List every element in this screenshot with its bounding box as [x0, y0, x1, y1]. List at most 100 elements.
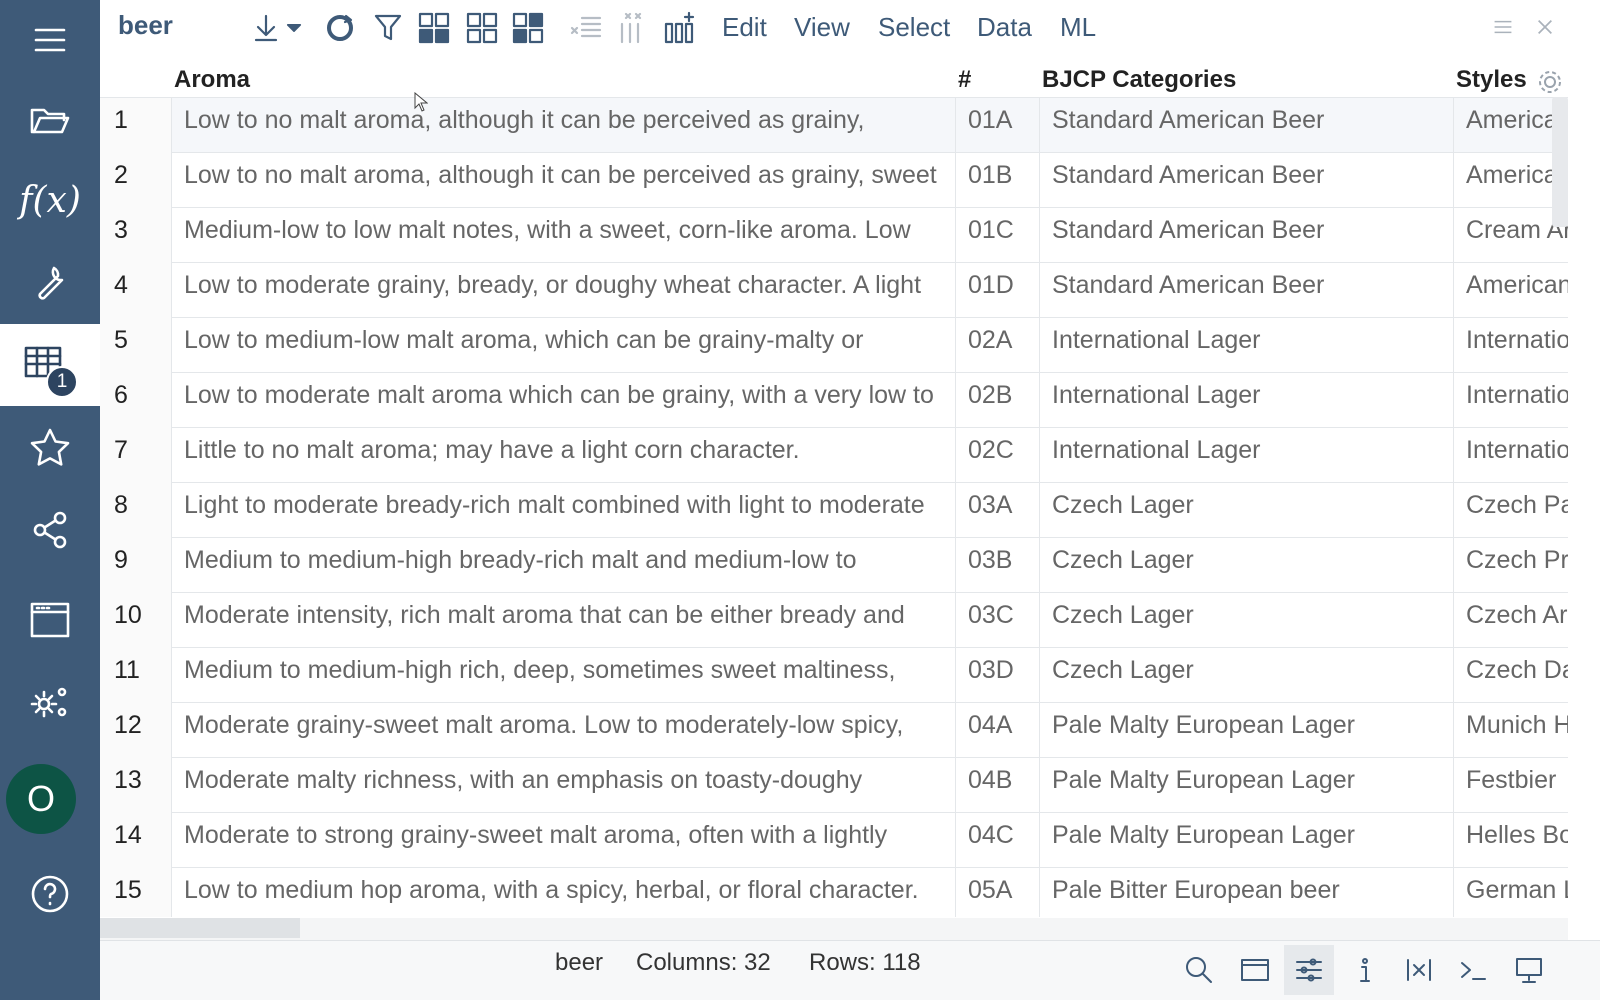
- cell-aroma[interactable]: Moderate to strong grainy-sweet malt aro…: [172, 813, 956, 868]
- cell-bjcp-category[interactable]: Czech Lager: [1040, 538, 1454, 593]
- column-header-bjcp-categories[interactable]: BJCP Categories: [1042, 66, 1236, 94]
- cell-aroma[interactable]: Moderate grainy-sweet malt aroma. Low to…: [172, 703, 956, 758]
- cell-style[interactable]: Internatio: [1454, 318, 1568, 373]
- cell-aroma[interactable]: Light to moderate bready-rich malt combi…: [172, 483, 956, 538]
- cell-aroma[interactable]: Medium-low to low malt notes, with a swe…: [172, 208, 956, 263]
- variables-button[interactable]: [1394, 945, 1444, 995]
- cell-number[interactable]: 05A: [956, 868, 1040, 917]
- cell-style[interactable]: Internatio: [1454, 428, 1568, 483]
- close-button[interactable]: [1528, 10, 1562, 44]
- table-row[interactable]: 11 Medium to medium-high rich, deep, some…: [100, 648, 1568, 703]
- remove-columns-button[interactable]: [612, 8, 652, 48]
- sidebar-item-help[interactable]: [0, 854, 100, 934]
- layout-2-button[interactable]: [462, 8, 502, 48]
- cell-bjcp-category[interactable]: Czech Lager: [1040, 593, 1454, 648]
- cell-row-number[interactable]: 4: [100, 263, 172, 318]
- table-row[interactable]: 10 Moderate intensity, rich malt aroma th…: [100, 593, 1568, 648]
- cell-row-number[interactable]: 8: [100, 483, 172, 538]
- cell-row-number[interactable]: 11: [100, 648, 172, 703]
- cell-style[interactable]: Festbier: [1454, 758, 1568, 813]
- vertical-scrollbar[interactable]: [1552, 97, 1568, 227]
- cell-row-number[interactable]: 2: [100, 153, 172, 208]
- table-row[interactable]: 4 Low to moderate grainy, bready, or doug…: [100, 263, 1568, 318]
- sidebar-item-files[interactable]: [0, 80, 100, 160]
- cell-style[interactable]: Helles Bo: [1454, 813, 1568, 868]
- search-button[interactable]: [1174, 945, 1224, 995]
- table-row[interactable]: 9 Medium to medium-high bready-rich malt …: [100, 538, 1568, 593]
- toggle-panel-button[interactable]: [1230, 945, 1280, 995]
- cell-number[interactable]: 02C: [956, 428, 1040, 483]
- filter-button[interactable]: [368, 8, 408, 48]
- cell-number[interactable]: 04B: [956, 758, 1040, 813]
- cell-bjcp-category[interactable]: Pale Malty European Lager: [1040, 758, 1454, 813]
- cell-style[interactable]: Czech Pa: [1454, 483, 1568, 538]
- cell-row-number[interactable]: 10: [100, 593, 172, 648]
- cell-bjcp-category[interactable]: Pale Malty European Lager: [1040, 703, 1454, 758]
- cell-aroma[interactable]: Moderate malty richness, with an emphasi…: [172, 758, 956, 813]
- table-row[interactable]: 8 Light to moderate bready-rich malt comb…: [100, 483, 1568, 538]
- cell-bjcp-category[interactable]: Czech Lager: [1040, 648, 1454, 703]
- table-row[interactable]: 1 Low to no malt aroma, although it can b…: [100, 98, 1568, 153]
- cell-aroma[interactable]: Low to moderate malt aroma which can be …: [172, 373, 956, 428]
- cell-number[interactable]: 03B: [956, 538, 1040, 593]
- table-row[interactable]: 12 Moderate grainy-sweet malt aroma. Low …: [100, 703, 1568, 758]
- cell-number[interactable]: 01C: [956, 208, 1040, 263]
- menu-icon[interactable]: [0, 0, 100, 80]
- cell-number[interactable]: 03D: [956, 648, 1040, 703]
- cell-row-number[interactable]: 7: [100, 428, 172, 483]
- cell-aroma[interactable]: Medium to medium-high rich, deep, someti…: [172, 648, 956, 703]
- console-button[interactable]: [1448, 945, 1498, 995]
- sidebar-item-tables[interactable]: 1: [0, 324, 100, 406]
- cell-bjcp-category[interactable]: Czech Lager: [1040, 483, 1454, 538]
- cell-style[interactable]: Czech Da: [1454, 648, 1568, 703]
- cell-row-number[interactable]: 13: [100, 758, 172, 813]
- cell-number[interactable]: 04A: [956, 703, 1040, 758]
- cell-row-number[interactable]: 14: [100, 813, 172, 868]
- cell-bjcp-category[interactable]: International Lager: [1040, 318, 1454, 373]
- cell-bjcp-category[interactable]: Standard American Beer: [1040, 263, 1454, 318]
- cell-style[interactable]: America: [1454, 153, 1568, 208]
- cell-style[interactable]: Czech Ar: [1454, 593, 1568, 648]
- cell-aroma[interactable]: Low to medium-low malt aroma, which can …: [172, 318, 956, 373]
- cell-aroma[interactable]: Medium to medium-high bready-rich malt a…: [172, 538, 956, 593]
- cell-row-number[interactable]: 9: [100, 538, 172, 593]
- cell-aroma[interactable]: Low to no malt aroma, although it can be…: [172, 153, 956, 208]
- properties-button[interactable]: [1284, 945, 1334, 995]
- cell-number[interactable]: 02B: [956, 373, 1040, 428]
- avatar[interactable]: O: [6, 764, 76, 834]
- cell-number[interactable]: 04C: [956, 813, 1040, 868]
- cell-bjcp-category[interactable]: Standard American Beer: [1040, 98, 1454, 153]
- remove-rows-button[interactable]: [566, 8, 606, 48]
- table-row[interactable]: 3 Medium-low to low malt notes, with a sw…: [100, 208, 1568, 263]
- layout-1-button[interactable]: [414, 8, 454, 48]
- cell-aroma[interactable]: Low to no malt aroma, although it can be…: [172, 98, 956, 153]
- cell-number[interactable]: 03C: [956, 593, 1040, 648]
- table-row[interactable]: 14 Moderate to strong grainy-sweet malt a…: [100, 813, 1568, 868]
- cell-number[interactable]: 01B: [956, 153, 1040, 208]
- cell-bjcp-category[interactable]: International Lager: [1040, 373, 1454, 428]
- menu-ml[interactable]: ML: [1060, 12, 1096, 43]
- data-grid[interactable]: 1 Low to no malt aroma, although it can b…: [100, 97, 1568, 917]
- info-button[interactable]: [1340, 945, 1390, 995]
- cell-bjcp-category[interactable]: Pale Malty European Lager: [1040, 813, 1454, 868]
- cell-bjcp-category[interactable]: Standard American Beer: [1040, 208, 1454, 263]
- menu-data[interactable]: Data: [977, 12, 1032, 43]
- menu-select[interactable]: Select: [878, 12, 950, 43]
- cell-bjcp-category[interactable]: Standard American Beer: [1040, 153, 1454, 208]
- table-row[interactable]: 6 Low to moderate malt aroma which can be…: [100, 373, 1568, 428]
- sidebar-item-settings[interactable]: [0, 662, 100, 742]
- layout-3-button[interactable]: [508, 8, 548, 48]
- refresh-button[interactable]: [320, 8, 360, 48]
- sidebar-item-favorites[interactable]: [0, 408, 100, 488]
- cell-number[interactable]: 03A: [956, 483, 1040, 538]
- cell-row-number[interactable]: 12: [100, 703, 172, 758]
- cell-bjcp-category[interactable]: Pale Bitter European beer: [1040, 868, 1454, 917]
- sidebar-item-share[interactable]: [0, 490, 100, 570]
- table-row[interactable]: 7 Little to no malt aroma; may have a lig…: [100, 428, 1568, 483]
- column-settings-button[interactable]: [1536, 68, 1564, 96]
- cell-row-number[interactable]: 15: [100, 868, 172, 917]
- cell-aroma[interactable]: Moderate intensity, rich malt aroma that…: [172, 593, 956, 648]
- table-row[interactable]: 2 Low to no malt aroma, although it can b…: [100, 153, 1568, 208]
- menu-view[interactable]: View: [794, 12, 850, 43]
- cell-bjcp-category[interactable]: International Lager: [1040, 428, 1454, 483]
